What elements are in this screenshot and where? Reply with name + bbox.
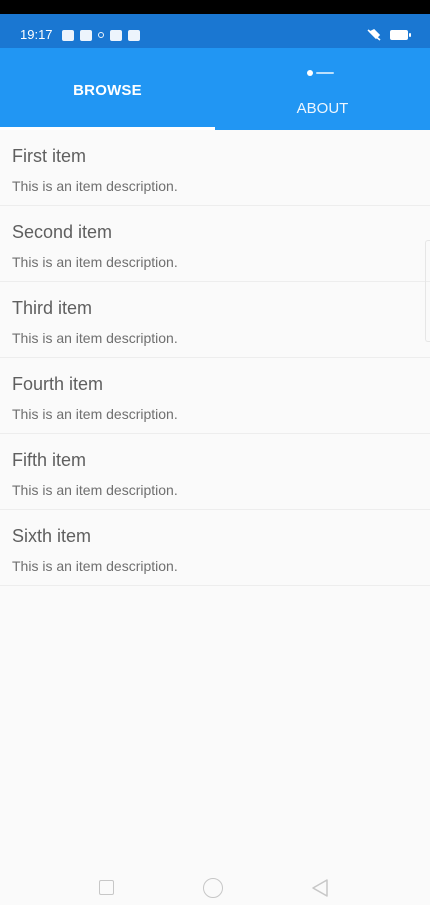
item-title: First item (12, 146, 86, 166)
top-bezel (0, 0, 430, 14)
item-title: Third item (12, 298, 93, 318)
recent-apps-square-icon[interactable] (99, 880, 114, 895)
tab-about-label: ABOUT (296, 100, 349, 117)
tab-bar: BROWSE ABOUT (0, 48, 430, 130)
item-description: This is an item description. (12, 406, 178, 422)
shield-icon (80, 29, 92, 41)
item-description: This is an item description. (12, 330, 178, 346)
status-bar: 19:17 (0, 14, 430, 48)
item-title: Fifth item (12, 450, 87, 470)
list-item[interactable]: Sixth item This is an item description. (0, 510, 430, 586)
edge-panel-handle[interactable] (425, 240, 430, 342)
items-list: First item This is an item description. … (0, 130, 430, 586)
list-item[interactable]: Fifth item This is an item description. (0, 434, 430, 510)
battery-icon (390, 30, 411, 40)
item-description: This is an item description. (12, 558, 178, 574)
app-icon (128, 29, 140, 41)
app-icon (110, 29, 122, 41)
status-notification-icons (62, 29, 140, 41)
item-title: Fourth item (12, 374, 104, 394)
item-title: Sixth item (12, 526, 92, 546)
notification-icon (62, 29, 74, 41)
item-title: Second item (12, 222, 113, 242)
status-system-icons (366, 29, 411, 41)
list-item[interactable]: Third item This is an item description. (0, 282, 430, 358)
home-circle-icon[interactable] (203, 878, 223, 898)
system-nav-bar (0, 865, 430, 905)
vibrate-icon (367, 29, 381, 41)
item-description: This is an item description. (12, 482, 178, 498)
info-icon (307, 70, 337, 76)
tab-about[interactable]: ABOUT (215, 48, 430, 130)
tab-browse[interactable]: BROWSE (0, 48, 215, 130)
item-description: This is an item description. (12, 254, 178, 270)
item-description: This is an item description. (12, 178, 178, 194)
tab-browse-label: BROWSE (73, 82, 142, 99)
app-screen: 19:17 BROWSE ABOUT First item This is an… (0, 0, 430, 905)
list-item[interactable]: First item This is an item description. (0, 130, 430, 206)
list-item[interactable]: Fourth item This is an item description. (0, 358, 430, 434)
list-item[interactable]: Second item This is an item description. (0, 206, 430, 282)
back-triangle-icon[interactable] (310, 878, 330, 898)
location-icon (98, 32, 104, 38)
status-time: 19:17 (20, 27, 53, 42)
